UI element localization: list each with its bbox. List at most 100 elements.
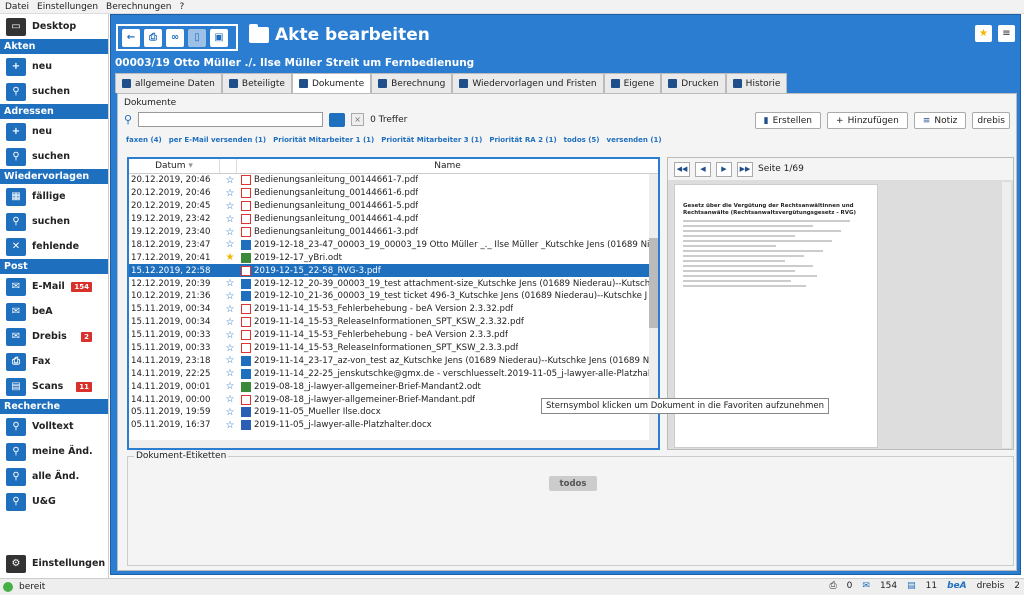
tab-historie[interactable]: Historie xyxy=(725,73,788,93)
sidebar-item-fehlende[interactable]: ✕ fehlende xyxy=(0,234,108,259)
table-row[interactable]: 15.11.2019, 00:34 ☆ 2019-11-14_15-53_Relea… xyxy=(129,316,658,329)
sidebar-item-alle-aend[interactable]: ⚲ alle Änd. xyxy=(0,464,108,489)
sidebar-item-fax[interactable]: ⎙ Fax xyxy=(0,349,108,374)
favorite-star-icon[interactable]: ☆ xyxy=(222,381,238,392)
sidebar-item-akten-neu[interactable]: + neu xyxy=(0,54,108,79)
filter-link[interactable]: Priorität Mitarbeiter 3 (1) xyxy=(381,136,482,144)
favorite-star-icon[interactable]: ☆ xyxy=(222,291,238,302)
filter-link[interactable]: per E-Mail versenden (1) xyxy=(169,136,266,144)
filter-link[interactable]: faxen (4) xyxy=(126,136,162,144)
column-header-date[interactable]: Datum ▾ xyxy=(129,159,220,173)
prev-page-button[interactable]: ◀ xyxy=(695,161,711,177)
table-row[interactable]: 18.12.2019, 23:47 ☆ 2019-12-18_23-47_00003… xyxy=(129,238,658,251)
favorite-star-icon[interactable]: ☆ xyxy=(222,343,238,354)
favorite-star-icon[interactable]: ☆ xyxy=(222,355,238,366)
filter-link[interactable]: Priorität RA 2 (1) xyxy=(489,136,556,144)
sidebar-item-akten-suchen[interactable]: ⚲ suchen xyxy=(0,79,108,104)
save-button[interactable]: ▣ xyxy=(210,28,228,47)
favorite-star-icon[interactable]: ☆ xyxy=(222,278,238,289)
drebis-indicator[interactable]: drebis xyxy=(977,581,1005,591)
tab-dokumente[interactable]: Dokumente xyxy=(291,73,372,93)
menu-datei[interactable]: Datei xyxy=(5,2,29,12)
favorite-button[interactable]: ★ xyxy=(975,25,992,42)
drebis-button[interactable]: drebis xyxy=(972,112,1010,129)
favorite-star-icon[interactable]: ☆ xyxy=(222,330,238,341)
sidebar-item-einstellungen[interactable]: ⚙ Einstellungen xyxy=(0,551,105,576)
first-page-button[interactable]: ◀◀ xyxy=(674,161,690,177)
tab-allgemeine-daten[interactable]: allgemeine Daten xyxy=(115,73,222,93)
menu-button[interactable]: ≡ xyxy=(998,25,1015,42)
favorite-star-icon[interactable]: ☆ xyxy=(222,368,238,379)
sidebar-item-adressen-suchen[interactable]: ⚲ suchen xyxy=(0,144,108,169)
favorite-star-icon[interactable]: ☆ xyxy=(222,394,238,405)
favorite-star-icon[interactable]: ☆ xyxy=(222,227,238,238)
column-header-favorite[interactable] xyxy=(220,159,237,173)
table-row[interactable]: 10.12.2019, 21:36 ☆ 2019-12-10_21-36_00003… xyxy=(129,290,658,303)
sidebar-item-volltext[interactable]: ⚲ Volltext xyxy=(0,414,108,439)
table-row[interactable]: 19.12.2019, 23:40 ☆ Bedienungsanleitung_00… xyxy=(129,226,658,239)
document-button[interactable]: ▯ xyxy=(188,28,206,47)
table-row[interactable]: 15.11.2019, 00:33 ☆ 2019-11-14_15-53_Relea… xyxy=(129,342,658,355)
filter-link[interactable]: Priorität Mitarbeiter 1 (1) xyxy=(273,136,374,144)
note-button[interactable]: ≡ Notiz xyxy=(913,112,967,129)
table-horizontal-scrollbar[interactable] xyxy=(129,440,658,448)
print-button[interactable]: ⎙ xyxy=(144,28,162,47)
preview-scrollbar[interactable] xyxy=(1002,182,1011,448)
table-row[interactable]: 15.11.2019, 00:34 ☆ 2019-11-14_15-53_Fehle… xyxy=(129,303,658,316)
printer-icon[interactable]: ⎙ xyxy=(829,581,836,591)
menu-einstellungen[interactable]: Einstellungen xyxy=(37,2,98,12)
tag-chip-todos[interactable]: todos xyxy=(549,476,597,491)
search-input[interactable] xyxy=(138,112,324,127)
filter-link[interactable]: todos (5) xyxy=(564,136,600,144)
sidebar-item-meine-aend[interactable]: ⚲ meine Änd. xyxy=(0,439,108,464)
sidebar-item-drebis[interactable]: ✉ Drebis 2 xyxy=(0,324,108,349)
favorite-star-icon[interactable]: ★ xyxy=(222,252,238,263)
sidebar-item-scans[interactable]: ▤ Scans 11 xyxy=(0,374,108,399)
table-row[interactable]: 20.12.2019, 20:46 ☆ Bedienungsanleitung_00… xyxy=(129,187,658,200)
add-button[interactable]: + Hinzufügen xyxy=(827,112,908,129)
bea-indicator[interactable]: beA xyxy=(947,581,967,591)
table-row[interactable]: 05.11.2019, 16:37 ☆ 2019-11-05_j-lawyer-al… xyxy=(129,419,658,432)
sidebar-item-desktop[interactable]: ▭ Desktop xyxy=(0,14,108,39)
scan-icon[interactable]: ▤ xyxy=(907,581,916,591)
favorite-star-icon[interactable]: ☆ xyxy=(222,201,238,212)
table-row[interactable]: 15.11.2019, 00:33 ☆ 2019-11-14_15-53_Fehle… xyxy=(129,329,658,342)
table-row[interactable]: 20.12.2019, 20:46 ☆ Bedienungsanleitung_00… xyxy=(129,174,658,187)
favorite-star-icon[interactable]: ☆ xyxy=(222,188,238,199)
column-header-name[interactable]: Name xyxy=(237,159,658,173)
filter-link[interactable]: versenden (1) xyxy=(607,136,662,144)
tag-filter-button[interactable] xyxy=(329,112,346,127)
table-row[interactable]: 14.11.2019, 00:01 ☆ 2019-08-18_j-lawyer-al… xyxy=(129,380,658,393)
menu-berechnungen[interactable]: Berechnungen xyxy=(106,2,171,12)
table-row[interactable]: 20.12.2019, 20:45 ☆ Bedienungsanleitung_00… xyxy=(129,200,658,213)
favorite-star-icon[interactable]: ☆ xyxy=(222,214,238,225)
tab-berechnung[interactable]: Berechnung xyxy=(371,73,453,93)
create-button[interactable]: ▮ Erstellen xyxy=(754,112,822,129)
tab-eigene[interactable]: Eigene xyxy=(603,73,662,93)
tab-drucken[interactable]: Drucken xyxy=(661,73,726,93)
link-button[interactable]: ∞ xyxy=(166,28,184,47)
favorite-star-icon[interactable]: ☆ xyxy=(222,175,238,186)
table-row[interactable]: 19.12.2019, 23:42 ☆ Bedienungsanleitung_00… xyxy=(129,213,658,226)
tab-wiedervorlagen[interactable]: Wiedervorlagen und Fristen xyxy=(452,73,604,93)
menu-help[interactable]: ? xyxy=(180,2,185,12)
table-row[interactable]: 14.11.2019, 22:25 ☆ 2019-11-14_22-25_jensk… xyxy=(129,367,658,380)
favorite-star-icon[interactable]: ☆ xyxy=(222,265,238,276)
table-row[interactable]: 12.12.2019, 20:39 ☆ 2019-12-12_20-39_00003… xyxy=(129,277,658,290)
favorite-star-icon[interactable]: ☆ xyxy=(222,317,238,328)
sidebar-item-adressen-neu[interactable]: + neu xyxy=(0,119,108,144)
favorite-star-icon[interactable]: ☆ xyxy=(222,239,238,250)
table-row[interactable]: 15.12.2019, 22:58 ☆ 2019-12-15_22-58_RVG-3… xyxy=(129,264,658,278)
last-page-button[interactable]: ▶▶ xyxy=(737,161,753,177)
mail-icon[interactable]: ✉ xyxy=(862,581,870,591)
sidebar-item-faellige[interactable]: ▦ fällige xyxy=(0,184,108,209)
next-page-button[interactable]: ▶ xyxy=(716,161,732,177)
favorite-star-icon[interactable]: ☆ xyxy=(222,304,238,315)
clear-search-button[interactable]: × xyxy=(351,113,365,126)
scrollbar-thumb[interactable] xyxy=(649,238,658,328)
sidebar-item-wv-suchen[interactable]: ⚲ suchen xyxy=(0,209,108,234)
back-button[interactable]: ← xyxy=(122,28,140,47)
favorite-star-icon[interactable]: ☆ xyxy=(222,420,238,431)
favorite-star-icon[interactable]: ☆ xyxy=(222,407,238,418)
table-row[interactable]: 14.11.2019, 23:18 ☆ 2019-11-14_23-17_az-vo… xyxy=(129,354,658,367)
